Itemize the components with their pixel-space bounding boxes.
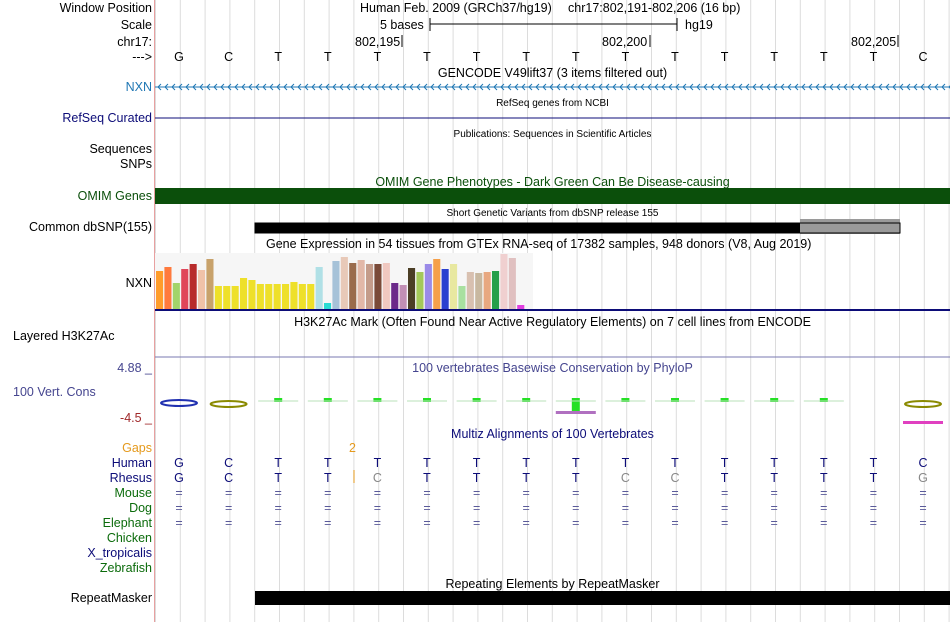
gtex-tissue-bar[interactable] [273,284,281,309]
chrom-label: chr17: [117,35,152,49]
gtex-tissue-bar[interactable] [214,286,222,309]
track-graphics [155,18,950,605]
sequences-label[interactable]: Sequences [0,142,152,157]
gtex-tissue-bar[interactable] [181,269,189,309]
omim-gene-bar[interactable] [155,188,950,204]
gtex-tissue-bar[interactable] [441,269,449,309]
species-label[interactable]: Dog [0,501,152,516]
gtex-label[interactable]: NXN [0,276,152,291]
strand-label: ---> [132,50,152,64]
gtex-tissue-bar[interactable] [366,264,374,309]
repeatmasker-bar[interactable] [255,591,950,605]
species-label[interactable]: Elephant [0,516,152,531]
gtex-tissue-bar[interactable] [416,272,424,309]
h3k27ac-label[interactable]: Layered H3K27Ac [13,329,165,344]
gtex-tissue-bar[interactable] [399,285,407,309]
gtex-tissue-bar[interactable] [483,272,491,309]
gtex-tissue-bar[interactable] [340,257,348,309]
gtex-tissue-bar[interactable] [349,263,357,309]
species-label[interactable]: X_tropicalis [0,546,152,561]
snps-label[interactable]: SNPs [0,157,152,172]
dbsnp-label[interactable]: Common dbSNP(155) [0,220,152,235]
gtex-tissue-bar[interactable] [206,259,214,309]
gtex-tissue-bar[interactable] [164,267,172,309]
gtex-tissue-bar[interactable] [332,261,340,309]
gtex-tissue-bar[interactable] [492,271,500,309]
gtex-tissue-bar[interactable] [324,303,332,309]
phylop-max: 4.88 _ [117,361,152,375]
gtex-tissue-bar[interactable] [156,271,164,309]
window-position-label: Window Position [59,1,152,15]
gtex-tissue-bar[interactable] [374,264,382,309]
phylop-logo-glyph [160,399,198,407]
genome-browser-view: Window Position Human Feb. 2009 (GRCh37/… [0,0,950,622]
gtex-tissue-bar[interactable] [223,286,231,309]
phylop-conservation-mark [571,398,580,412]
gtex-tissue-bar[interactable] [357,260,365,309]
gtex-tissue-bar[interactable] [172,283,180,309]
dbsnp-variant-gray[interactable] [800,219,900,234]
gtex-tissue-bar[interactable] [290,282,298,309]
scale-label: Scale [120,18,152,32]
species-label[interactable]: Zebrafish [0,561,152,576]
gtex-tissue-bar[interactable] [508,258,516,309]
species-label[interactable]: Chicken [0,531,152,546]
phylop-logo-glyph [209,400,248,408]
gencode-label[interactable]: NXN [0,80,152,95]
gtex-tissue-bar[interactable] [382,263,390,309]
gencode-gene-nxn[interactable] [155,83,950,91]
gtex-tissue-bar[interactable] [433,259,441,309]
gtex-tissue-bar[interactable] [458,286,466,309]
species-label[interactable]: Human [0,456,152,471]
gtex-tissue-bar[interactable] [198,270,206,309]
phylop-marks[interactable] [160,398,943,424]
gtex-tissue-bar[interactable] [408,268,416,309]
phylop-negative-mark [555,411,596,414]
repeatmasker-label[interactable]: RepeatMasker [0,591,152,606]
gtex-tissue-bar[interactable] [466,272,474,309]
gtex-tissue-bar[interactable] [265,284,273,309]
gtex-tissue-bar[interactable] [517,305,525,309]
gtex-tissue-bar[interactable] [391,283,399,309]
gtex-tissue-bar[interactable] [307,284,315,309]
gtex-tissue-bar[interactable] [248,280,256,309]
gtex-tissue-bar[interactable] [231,286,239,309]
gtex-tissue-bar[interactable] [315,267,323,309]
gtex-tissue-bar[interactable] [282,284,290,309]
gtex-tissue-bar[interactable] [256,284,264,309]
gtex-tissue-bar[interactable] [424,264,432,309]
species-label[interactable]: Mouse [0,486,152,501]
gtex-tissue-bar[interactable] [450,264,458,309]
phylop-label[interactable]: 100 Vert. Cons [13,385,165,400]
phylop-logo-glyph [904,400,942,408]
refseq-label[interactable]: RefSeq Curated [0,111,152,126]
phylop-negative-mark [903,421,943,424]
gtex-tissue-bar[interactable] [500,254,508,309]
gtex-tissue-bar[interactable] [189,264,197,309]
gtex-tissue-bar[interactable] [240,278,248,309]
gtex-tissue-bar[interactable] [475,273,483,309]
phylop-min: -4.5 _ [120,411,152,425]
gtex-tissue-bar[interactable] [298,284,306,309]
gaps-label: Gaps [122,441,152,455]
species-label[interactable]: Rhesus [0,471,152,486]
omim-label[interactable]: OMIM Genes [0,189,152,204]
